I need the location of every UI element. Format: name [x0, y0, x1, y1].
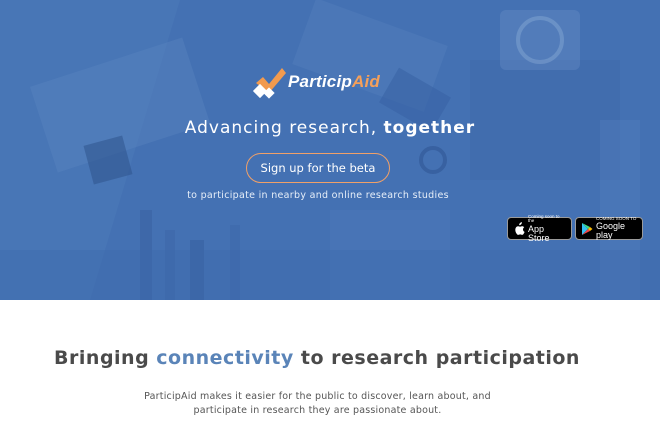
google-play-badge-text: COMING SOON TO Google play: [596, 216, 637, 241]
logo-wordmark-particip: Particip: [288, 72, 352, 91]
google-play-badge[interactable]: COMING SOON TO Google play: [575, 216, 643, 241]
tagline-strong: together: [383, 118, 476, 138]
intro-heading-prefix: Bringing: [54, 347, 157, 369]
signup-subtext: to participate in nearby and online rese…: [187, 190, 449, 201]
apple-icon: [515, 221, 525, 235]
app-store-badge[interactable]: Coming soon to the App Store: [507, 213, 572, 243]
lab-background-image: [0, 0, 660, 300]
app-store-big-label: App Store: [528, 223, 550, 243]
intro-description: ParticipAid makes it easier for the publ…: [144, 391, 491, 416]
logo-wordmark-aid: Aid: [351, 72, 380, 91]
intro-heading-suffix: to research participation: [293, 347, 580, 369]
app-store-badge-text: Coming soon to the App Store: [528, 213, 566, 243]
app-store-small-label: Coming soon to the: [528, 213, 560, 223]
intro-heading: Bringing connectivity to research partic…: [0, 347, 634, 369]
play-icon: [582, 222, 593, 235]
checkmark-puzzle-icon: [252, 68, 286, 99]
signup-beta-button[interactable]: Sign up for the beta: [246, 153, 390, 183]
hero-tagline: Advancing research, together: [0, 118, 660, 138]
hero-banner: ParticipAid Advancing research, together…: [0, 0, 660, 300]
participaid-logo[interactable]: ParticipAid: [252, 64, 380, 100]
logo-wordmark: ParticipAid: [288, 72, 380, 92]
tagline-prefix: Advancing research,: [184, 118, 384, 138]
intro-heading-highlight: connectivity: [156, 347, 294, 369]
google-play-big-label: Google play: [596, 221, 626, 241]
